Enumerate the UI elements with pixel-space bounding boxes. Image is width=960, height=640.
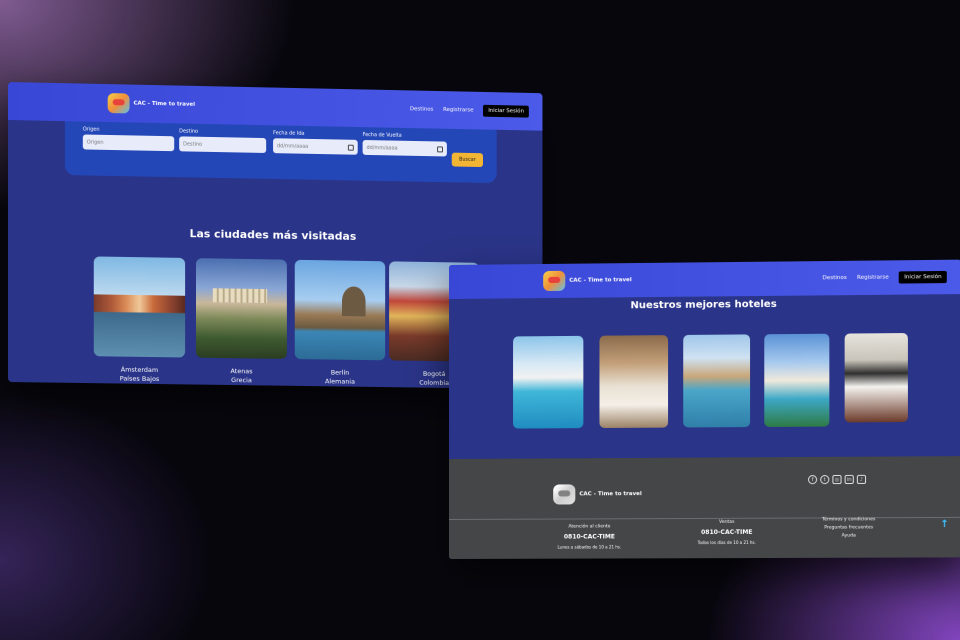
city-card-atenas[interactable] (195, 258, 287, 359)
scroll-to-top-arrow-icon[interactable]: ↑ (940, 519, 949, 530)
cities-section-title: Las ciudades más visitadas (189, 227, 357, 243)
hotel-card-2[interactable] (599, 335, 669, 429)
nav-links: Destinos Registrarse Iniciar Sesión (822, 270, 947, 284)
footer: CAC - Time to travel f t ◎ in ♪ Atención… (449, 456, 960, 559)
nav-destinos-link[interactable]: Destinos (822, 275, 846, 281)
linkedin-icon[interactable]: in (844, 474, 854, 485)
login-button[interactable]: Iniciar Sesión (899, 270, 947, 284)
destino-label: Destino (179, 128, 199, 135)
sales-phone[interactable]: 0810-CAC-TIME (686, 529, 767, 536)
tiktok-icon[interactable]: ♪ (856, 474, 867, 484)
city-caption-atenas: Atenas Grecia (196, 367, 287, 386)
country-name: Grecia (231, 376, 252, 385)
terms-link[interactable]: Términos y condiciones (808, 517, 890, 522)
hotel-card-1[interactable] (513, 335, 584, 429)
origen-input[interactable]: Origen (82, 134, 175, 152)
destino-input[interactable]: Destino (179, 136, 267, 153)
sales-hours: Todos los días de 10 a 21 hs. (697, 539, 756, 546)
travel-logo-icon (553, 484, 576, 505)
city-card-berlin[interactable] (294, 259, 386, 361)
calendar-icon[interactable] (347, 144, 354, 151)
fecha-vuelta-label: Fecha de Vuelta (362, 132, 402, 139)
flight-search-form: Origen Origen Destino Destino Fecha de I… (64, 121, 497, 184)
city-card-amsterdam[interactable] (93, 256, 186, 358)
hotel-card-4[interactable] (764, 333, 830, 427)
hotel-card-5[interactable] (844, 333, 908, 423)
hotels-section-title: Nuestros mejores hoteles (630, 298, 777, 312)
travel-logo-icon (107, 93, 130, 114)
twitter-icon[interactable]: t (820, 475, 830, 485)
fecha-vuelta-field: Fecha de Vuelta dd/mm/aaaa (362, 132, 447, 157)
calendar-icon[interactable] (437, 145, 443, 152)
country-name: Alemania (325, 377, 355, 386)
footer-links: Términos y condiciones Preguntas frecuen… (808, 517, 890, 542)
nav-links: Destinos Registrarse Iniciar Sesión (410, 103, 529, 118)
travel-logo-icon (543, 270, 566, 292)
brand[interactable]: CAC - Time to travel (543, 270, 632, 292)
nav-registrarse-link[interactable]: Registrarse (857, 275, 889, 281)
fecha-ida-field: Fecha de Ida dd/mm/aaaa (273, 130, 358, 155)
social-links: f t ◎ in ♪ (807, 474, 867, 485)
country-name: Países Bajos (119, 374, 160, 384)
navbar: CAC - Time to travel Destinos Registrars… (449, 259, 960, 299)
fecha-ida-label: Fecha de Ida (273, 130, 305, 137)
fecha-ida-value: dd/mm/aaaa (277, 142, 309, 150)
brand-text: CAC - Time to travel (133, 100, 196, 108)
search-button[interactable]: Buscar (451, 152, 484, 168)
city-caption-berlin: Berlín Alemania (295, 368, 385, 387)
origen-field: Origen Origen (82, 126, 175, 152)
footer-brand[interactable]: CAC - Time to travel (553, 484, 642, 505)
brand-text: CAC - Time to travel (569, 277, 632, 284)
customer-service-label: Atención al cliente (568, 524, 611, 530)
city-caption-amsterdam: Ámsterdam Países Bajos (94, 365, 185, 384)
facebook-icon[interactable]: f (807, 475, 818, 485)
hotel-card-3[interactable] (683, 334, 751, 428)
footer-brand-text: CAC - Time to travel (579, 491, 642, 498)
instagram-icon[interactable]: ◎ (832, 474, 842, 485)
customer-service-hours: Lunes a sábados de 10 a 21 hs. (557, 544, 622, 550)
faq-link[interactable]: Preguntas frecuentes (808, 525, 890, 530)
destino-placeholder: Destino (183, 140, 203, 148)
origen-placeholder: Origen (86, 139, 104, 146)
nav-registrarse-link[interactable]: Registrarse (443, 107, 473, 114)
origen-label: Origen (82, 126, 100, 133)
help-link[interactable]: Ayuda (808, 533, 890, 538)
fecha-vuelta-value: dd/mm/aaaa (366, 144, 398, 152)
fecha-ida-input[interactable]: dd/mm/aaaa (273, 138, 358, 155)
nav-destinos-link[interactable]: Destinos (410, 106, 433, 112)
hotels-window: CAC - Time to travel Destinos Registrars… (449, 259, 960, 559)
brand[interactable]: CAC - Time to travel (107, 93, 196, 115)
sales-label: Ventas (719, 519, 735, 525)
login-button[interactable]: Iniciar Sesión (483, 104, 529, 118)
fecha-vuelta-input[interactable]: dd/mm/aaaa (362, 139, 447, 157)
customer-service-phone[interactable]: 0810-CAC-TIME (549, 533, 630, 540)
customer-service-block: Atención al cliente 0810-CAC-TIME Lunes … (549, 524, 630, 549)
sales-block: Ventas 0810-CAC-TIME Todos los días de 1… (686, 520, 767, 545)
destino-field: Destino Destino (179, 128, 267, 153)
